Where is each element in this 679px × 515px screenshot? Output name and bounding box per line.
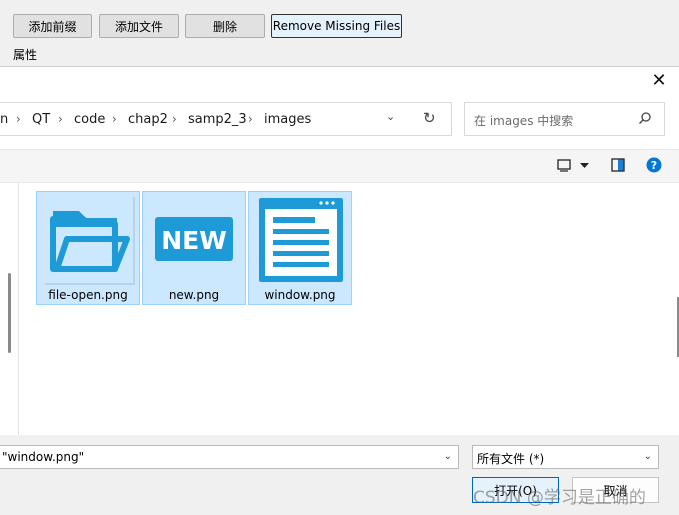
file-thumbnail <box>255 195 345 283</box>
file-thumbnail <box>43 195 133 283</box>
chevron-down-icon[interactable]: ⌄ <box>386 110 395 123</box>
chevron-down-icon[interactable] <box>580 163 589 169</box>
file-item[interactable]: NEW new.png <box>142 191 246 305</box>
search-input[interactable]: 在 images 中搜索 <box>464 102 665 136</box>
dialog-titlebar: ✕ <box>0 67 679 95</box>
chevron-down-icon[interactable]: ⌄ <box>444 451 452 462</box>
search-placeholder: 在 images 中搜索 <box>474 114 574 128</box>
file-thumbnail: NEW <box>149 195 239 283</box>
preview-pane-icon[interactable] <box>611 158 625 172</box>
file-type-value: 所有文件 (*) <box>477 452 545 466</box>
view-mode-icon[interactable] <box>557 158 571 172</box>
file-name: window.png <box>264 288 336 302</box>
breadcrumb-item[interactable]: n <box>0 112 8 127</box>
file-open-dialog: ✕ n › QT › code › chap2 › samp2_3 › imag… <box>0 66 679 515</box>
filename-field[interactable]: "window.png" ⌄ <box>0 445 459 469</box>
refresh-icon[interactable]: ↻ <box>423 109 436 127</box>
help-icon[interactable]: ? <box>646 157 662 173</box>
navigation-pane[interactable] <box>0 183 19 435</box>
app-background: 添加前缀 添加文件 删除 Remove Missing Files 属性 <box>0 0 679 70</box>
file-item[interactable]: file-open.png <box>36 191 140 305</box>
search-icon[interactable] <box>638 111 652 125</box>
navigation-scrollbar[interactable] <box>8 273 11 353</box>
chevron-down-icon[interactable]: ⌄ <box>644 451 652 462</box>
close-icon[interactable]: ✕ <box>649 71 669 91</box>
window-doc-icon <box>259 198 343 282</box>
chevron-right-icon: › <box>248 112 253 126</box>
chevron-right-icon: › <box>112 112 117 126</box>
folder-open-icon <box>50 211 130 272</box>
remove-missing-files-button[interactable]: Remove Missing Files <box>271 14 402 38</box>
new-badge-icon: NEW <box>155 217 233 261</box>
delete-button[interactable]: 删除 <box>185 14 265 38</box>
properties-label: 属性 <box>13 48 38 62</box>
file-item-selected[interactable]: window.png <box>248 191 352 305</box>
file-list[interactable]: file-open.png NEW new.png window.png <box>19 183 677 435</box>
file-name: file-open.png <box>48 288 128 302</box>
breadcrumb-item[interactable]: QT <box>32 112 50 127</box>
chevron-right-icon: › <box>16 112 21 126</box>
view-toolbar: ? <box>0 149 679 183</box>
add-files-button[interactable]: 添加文件 <box>99 14 179 38</box>
watermark-text: CSDN @学习是正确的 <box>473 488 646 508</box>
add-prefix-button[interactable]: 添加前缀 <box>13 14 92 38</box>
file-name: new.png <box>168 288 220 302</box>
address-bar[interactable]: n › QT › code › chap2 › samp2_3 › images… <box>0 102 452 136</box>
breadcrumb-item[interactable]: code <box>74 112 105 127</box>
file-type-select[interactable]: 所有文件 (*) ⌄ <box>472 445 659 469</box>
breadcrumb-item-current[interactable]: images <box>264 112 311 127</box>
chevron-right-icon: › <box>172 112 177 126</box>
chevron-right-icon: › <box>58 112 63 126</box>
filename-value: "window.png" <box>2 450 85 464</box>
breadcrumb-item[interactable]: chap2 <box>128 112 168 127</box>
new-badge-text: NEW <box>161 226 227 255</box>
svg-text:?: ? <box>651 159 657 172</box>
breadcrumb-item[interactable]: samp2_3 <box>188 112 247 127</box>
